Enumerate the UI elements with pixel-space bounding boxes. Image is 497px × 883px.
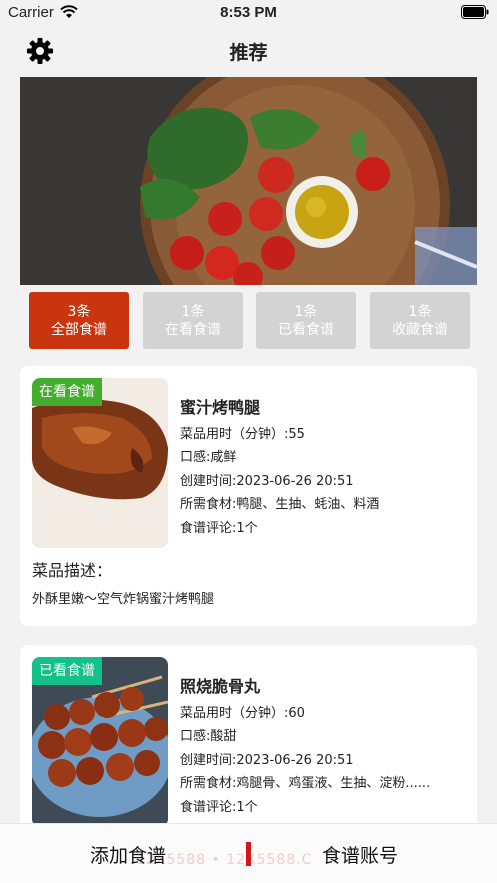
filter-watching-button[interactable]: 1条 在看食谱 [143, 292, 243, 349]
recipe-time: 菜品用时（分钟）:55 [180, 427, 305, 442]
battery-icon [461, 5, 489, 19]
filter-all-button[interactable]: 3条 全部食谱 [29, 292, 129, 349]
recipe-ingredients: 所需食材:鸭腿、生抽、蚝油、料酒 [180, 497, 380, 512]
recipe-comments: 食谱评论:1个 [180, 521, 258, 536]
filter-bar: 3条 全部食谱 1条 在看食谱 1条 已看食谱 1条 收藏食谱 [29, 292, 470, 349]
tab-recipe-account[interactable]: 食谱账号 [322, 841, 398, 868]
recipe-comments: 食谱评论:1个 [180, 800, 258, 815]
recipe-card[interactable]: 已看食谱 照烧脆骨丸 菜品用时（分钟）:60 口感:酸甜 创建时间:2023-0… [20, 645, 477, 845]
filter-count: 1条 [181, 303, 205, 320]
status-tag: 在看食谱 [32, 378, 102, 406]
recipe-title: 照烧脆骨丸 [180, 677, 261, 696]
recipe-created: 创建时间:2023-06-26 20:51 [180, 753, 354, 768]
recipe-taste: 口感:酸甜 [180, 729, 237, 744]
recipe-created: 创建时间:2023-06-26 20:51 [180, 474, 354, 489]
status-time: 8:53 PM [220, 4, 277, 21]
recipe-taste: 口感:咸鲜 [180, 450, 237, 465]
filter-watched-button[interactable]: 1条 已看食谱 [256, 292, 356, 349]
food-banner [20, 77, 477, 285]
nav-bar: 推荐 [0, 30, 497, 70]
filter-label: 在看食谱 [165, 321, 221, 338]
filter-count: 1条 [294, 303, 318, 320]
recipe-ingredients: 所需食材:鸡腿骨、鸡蛋液、生抽、淀粉...... [180, 776, 431, 791]
filter-favorites-button[interactable]: 1条 收藏食谱 [370, 292, 470, 349]
filter-count: 3条 [67, 303, 91, 320]
status-tag: 已看食谱 [32, 657, 102, 685]
filter-count: 1条 [408, 303, 432, 320]
description-text: 外酥里嫩～空气炸锅蜜汁烤鸭腿 [32, 592, 215, 607]
filter-label: 全部食谱 [51, 321, 107, 338]
description-label: 菜品描述： [32, 561, 113, 580]
tab-add-recipe[interactable]: 添加食谱 [90, 841, 166, 868]
tab-divider [246, 842, 251, 866]
status-bar: Carrier 8:53 PM [0, 0, 497, 26]
filter-label: 收藏食谱 [392, 321, 448, 338]
page-title: 推荐 [229, 42, 268, 64]
bottom-tab-bar: 12X5588 • 12X5588.C 添加食谱 食谱账号 [0, 823, 497, 883]
filter-label: 已看食谱 [278, 321, 334, 338]
recipe-card[interactable]: 在看食谱 蜜汁烤鸭腿 菜品用时（分钟）:55 口感:咸鲜 创建时间:2023-0… [20, 366, 477, 626]
recipe-time: 菜品用时（分钟）:60 [180, 706, 305, 721]
recipe-title: 蜜汁烤鸭腿 [180, 398, 261, 417]
